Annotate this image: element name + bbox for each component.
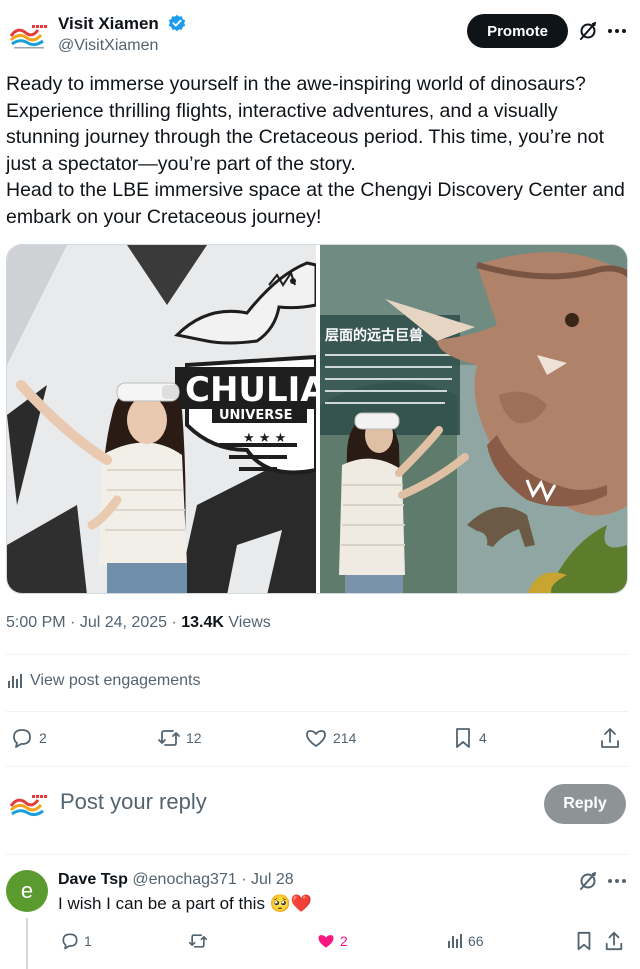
author-name-row[interactable]: Visit Xiamen bbox=[58, 14, 186, 34]
divider bbox=[6, 654, 628, 655]
composer-avatar bbox=[8, 786, 48, 822]
post-header: Visit Xiamen @VisitXiamen Promote bbox=[0, 0, 640, 60]
comment-bookmark-action[interactable] bbox=[574, 930, 594, 952]
right-photo[interactable]: 层面的远古巨兽 bbox=[320, 245, 628, 594]
comment-reply-action[interactable]: 1 bbox=[60, 930, 92, 952]
post-text-line: Experience thrilling flights, interactiv… bbox=[6, 99, 604, 175]
views-label: Views bbox=[228, 614, 271, 631]
exhibit-sign-title: 层面的远古巨兽 bbox=[325, 327, 423, 344]
meta-separator: · bbox=[241, 871, 251, 888]
post-text-line: Ready to immerse yourself in the awe-ins… bbox=[6, 73, 586, 95]
comment-repost-action[interactable] bbox=[188, 930, 208, 952]
comment-views-action[interactable]: 66 bbox=[446, 930, 484, 952]
share-icon bbox=[601, 728, 619, 748]
post-meta: 5:00 PM · Jul 24, 2025 · 13.4K Views bbox=[6, 614, 271, 632]
divider bbox=[6, 766, 628, 767]
share-icon bbox=[605, 931, 623, 951]
promote-button[interactable]: Promote bbox=[467, 14, 568, 48]
repost-action[interactable]: 12 bbox=[157, 726, 202, 750]
repost-count: 12 bbox=[186, 730, 202, 746]
divider bbox=[6, 854, 628, 855]
bookmark-icon bbox=[577, 931, 591, 951]
analytics-icon bbox=[8, 674, 22, 688]
thread-line bbox=[26, 918, 28, 969]
meta-separator: · bbox=[171, 614, 182, 631]
reply-count: 2 bbox=[39, 730, 47, 746]
universe-logo-text: UNIVERSE bbox=[219, 408, 292, 423]
grok-icon[interactable] bbox=[578, 871, 598, 891]
visit-xiamen-logo-avatar[interactable] bbox=[8, 16, 48, 52]
comment-header: Dave Tsp @enochag371 · Jul 28 bbox=[58, 871, 294, 889]
comment-like-count: 2 bbox=[340, 933, 348, 949]
reply-action[interactable]: 2 bbox=[10, 726, 47, 750]
bookmark-count: 4 bbox=[479, 730, 487, 746]
reply-button[interactable]: Reply bbox=[544, 784, 626, 824]
views-count: 13.4K bbox=[181, 614, 224, 631]
comment-reply-count: 1 bbox=[84, 933, 92, 949]
post-text: Ready to immerse yourself in the awe-ins… bbox=[6, 71, 632, 230]
author-name[interactable]: Visit Xiamen bbox=[58, 14, 159, 33]
divider bbox=[6, 711, 628, 712]
post-date[interactable]: Jul 24, 2025 bbox=[80, 614, 167, 631]
bookmark-action[interactable]: 4 bbox=[452, 726, 487, 750]
verified-badge-icon bbox=[168, 14, 185, 32]
comment-share-action[interactable] bbox=[604, 930, 624, 952]
post-media[interactable]: CHULIA UNIVERSE ★ ★ ★ 层面的远古巨兽 bbox=[6, 244, 628, 594]
more-icon[interactable] bbox=[607, 22, 627, 40]
comment-date[interactable]: Jul 28 bbox=[251, 871, 294, 888]
reply-icon bbox=[62, 933, 78, 950]
commenter-avatar[interactable]: e bbox=[6, 870, 48, 912]
analytics-icon bbox=[448, 934, 462, 948]
repost-icon bbox=[188, 934, 208, 948]
comment-like-action[interactable]: 2 bbox=[316, 930, 348, 952]
more-icon[interactable] bbox=[607, 872, 627, 890]
like-action[interactable]: 214 bbox=[304, 726, 356, 750]
comment-emojis: 🥺❤️ bbox=[269, 894, 313, 913]
like-count: 214 bbox=[333, 730, 357, 746]
reply-icon bbox=[13, 729, 31, 748]
reply-input[interactable]: Post your reply bbox=[60, 789, 207, 815]
view-engagements-label[interactable]: View post engagements bbox=[30, 672, 200, 690]
share-action[interactable] bbox=[599, 726, 621, 750]
author-handle[interactable]: @VisitXiamen bbox=[58, 37, 158, 55]
view-engagements-link[interactable]: View post engagements bbox=[6, 672, 200, 690]
like-icon bbox=[318, 935, 334, 948]
commenter-name[interactable]: Dave Tsp bbox=[58, 871, 128, 888]
comment-text-row: I wish I can be a part of this 🥺❤️ bbox=[58, 894, 312, 914]
commenter-handle[interactable]: @enochag371 bbox=[132, 871, 236, 888]
left-photo[interactable]: CHULIA UNIVERSE ★ ★ ★ bbox=[7, 245, 327, 594]
chulia-logo-text: CHULIA bbox=[185, 370, 327, 410]
comment-views-count: 66 bbox=[468, 933, 484, 949]
comment-text: I wish I can be a part of this bbox=[58, 894, 265, 913]
meta-separator: · bbox=[70, 614, 80, 631]
post-time[interactable]: 5:00 PM bbox=[6, 614, 66, 631]
like-icon bbox=[306, 730, 326, 747]
grok-icon[interactable] bbox=[578, 21, 598, 41]
media-images[interactable]: CHULIA UNIVERSE ★ ★ ★ 层面的远古巨兽 bbox=[7, 245, 628, 594]
repost-icon bbox=[158, 730, 180, 746]
bookmark-icon bbox=[456, 728, 470, 748]
post-text-line: Head to the LBE immersive space at the C… bbox=[6, 179, 625, 228]
